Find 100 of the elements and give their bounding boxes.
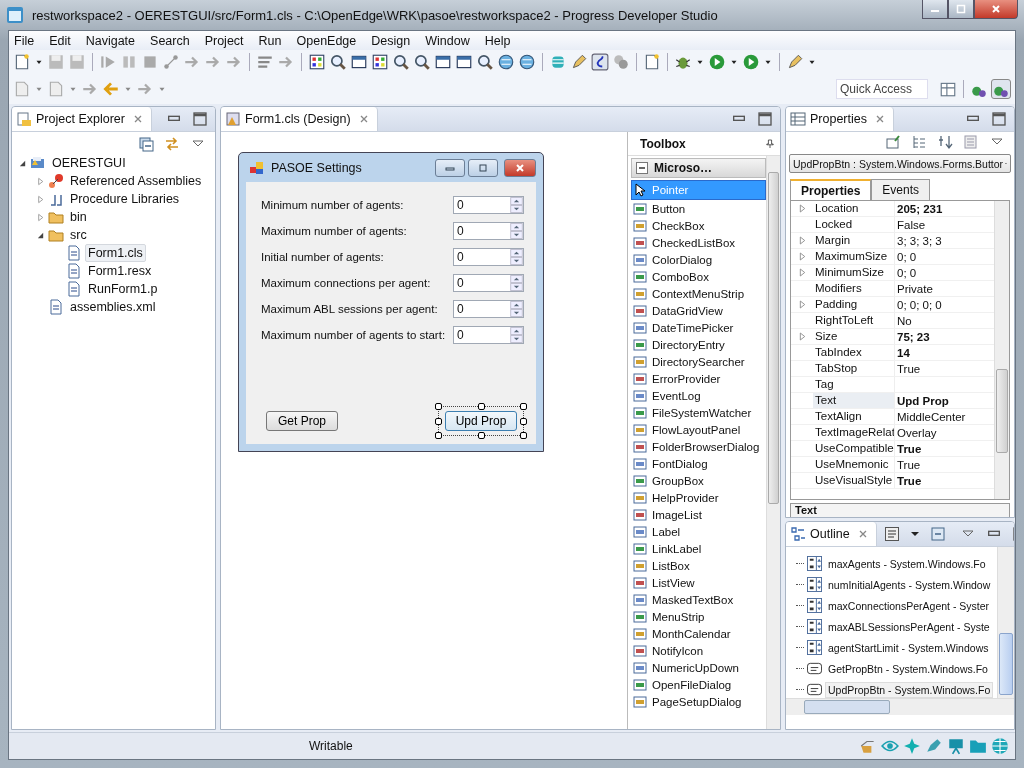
scrollbar-thumb[interactable] (996, 369, 1008, 453)
menu-item[interactable]: Window (425, 33, 470, 48)
folder-icon[interactable] (969, 737, 987, 755)
outline-item[interactable]: maxAgents - System.Windows.Fo (825, 555, 989, 572)
lines-icon[interactable] (256, 53, 274, 71)
tree-item[interactable]: Form1.resx (85, 262, 155, 280)
property-value[interactable]: True (897, 474, 922, 487)
pin-icon[interactable] (766, 137, 774, 150)
outline-item[interactable]: GetPropBtn - System.Windows.Fo (825, 660, 991, 677)
property-value[interactable]: MiddleCenter (897, 410, 966, 423)
toolbox-item[interactable]: CheckedListBox (631, 234, 766, 251)
toolbox-item[interactable]: ImageList (631, 506, 766, 523)
property-name[interactable]: Tag (813, 377, 895, 392)
document-icon[interactable] (643, 53, 661, 71)
pencil-icon[interactable] (570, 53, 588, 71)
property-value[interactable]: True (897, 458, 921, 471)
grid-icon[interactable] (371, 53, 389, 71)
property-name[interactable]: TextAlign (813, 409, 895, 424)
menu-item[interactable]: Help (484, 33, 511, 48)
toolbox-item[interactable]: LinkLabel (631, 540, 766, 557)
resize-handle[interactable] (478, 403, 485, 410)
toolbox-item[interactable]: NumericUpDown (631, 659, 766, 676)
scrollbar[interactable] (994, 201, 1009, 499)
outline-item[interactable]: maxConnectionsPerAgent - Syster (825, 597, 993, 614)
view-tab[interactable]: Outline (786, 522, 877, 546)
scrollbar-thumb[interactable] (768, 172, 779, 504)
property-name[interactable]: Size (813, 329, 895, 344)
property-name[interactable]: Location (813, 201, 895, 216)
close-icon[interactable] (358, 114, 369, 124)
property-value[interactable]: 3; 3; 3; 3 (897, 234, 942, 247)
property-value[interactable]: True (897, 442, 922, 455)
toolbox-item[interactable]: MonthCalendar (631, 625, 766, 642)
sort-icon[interactable] (937, 134, 953, 150)
expand-arrow-icon[interactable] (798, 204, 806, 213)
outline-item[interactable]: agentStartLimit - System.Windows (825, 639, 992, 656)
spin-arrows-icon[interactable] (510, 197, 523, 213)
maximize-icon[interactable] (757, 111, 773, 127)
toolbox-item[interactable]: FileSystemWatcher (631, 404, 766, 421)
toolbox-item[interactable]: ErrorProvider (631, 370, 766, 387)
collapsed-arrow-icon[interactable] (36, 194, 45, 204)
number-spinner[interactable]: 0 (453, 196, 524, 214)
toolbox-item[interactable]: EventLog (631, 387, 766, 404)
expand-arrow-icon[interactable] (798, 300, 806, 309)
property-name[interactable]: UseVisualStyle (813, 473, 895, 488)
close-icon[interactable] (132, 114, 143, 124)
pencil-icon[interactable] (925, 737, 943, 755)
table-icon[interactable] (939, 80, 957, 98)
property-name[interactable]: Locked (813, 217, 895, 232)
property-value[interactable]: 0; 0 (897, 250, 917, 263)
expanded-arrow-icon[interactable] (18, 158, 27, 168)
window-icon[interactable] (455, 53, 473, 71)
form-button[interactable]: Upd Prop (445, 411, 517, 431)
pin-window-icon[interactable] (885, 134, 901, 150)
outline-item[interactable]: maxABLSessionsPerAgent - Syste (825, 618, 993, 635)
menu-item[interactable]: Design (371, 33, 411, 48)
property-value[interactable]: 14 (897, 346, 910, 359)
number-spinner[interactable]: 0 (453, 248, 524, 266)
window-icon[interactable] (434, 53, 452, 71)
toolbox-group[interactable]: Microso… (631, 158, 766, 178)
toolbox-item[interactable]: ColorDialog (631, 251, 766, 268)
close-button[interactable] (974, 0, 1018, 19)
property-name[interactable]: TextImageRelat (813, 425, 895, 440)
toolbox-item[interactable]: Button (631, 200, 766, 217)
number-spinner[interactable]: 0 (453, 274, 524, 292)
property-name[interactable]: MinimumSize (813, 265, 895, 280)
pencil-icon[interactable] (786, 53, 804, 71)
property-value[interactable]: False (897, 218, 926, 231)
expand-arrow-icon[interactable] (798, 332, 806, 341)
expand-arrow-icon[interactable] (798, 252, 806, 261)
window-icon[interactable] (350, 53, 368, 71)
form-button[interactable]: Get Prop (266, 411, 338, 431)
scrollbar[interactable] (766, 156, 780, 729)
menu-item[interactable]: File (14, 33, 35, 48)
menu-item[interactable]: Project (204, 33, 244, 48)
toolbox-item[interactable]: ContextMenuStrip (631, 285, 766, 302)
tree-item[interactable]: Procedure Libraries (67, 190, 183, 208)
sort-icon[interactable] (883, 526, 900, 542)
menu-item[interactable]: Search (150, 33, 190, 48)
expand-arrow-icon[interactable] (798, 236, 806, 245)
link-icon[interactable] (591, 53, 609, 71)
run-icon[interactable] (742, 53, 760, 71)
toolbox-item[interactable]: ComboBox (631, 268, 766, 285)
tree-item[interactable]: Form1.cls (85, 244, 146, 262)
star-icon[interactable] (903, 737, 921, 755)
toolbox-item[interactable]: CheckBox (631, 217, 766, 234)
tree-item[interactable]: assemblies.xml (67, 298, 159, 316)
scrollbar[interactable] (786, 698, 1014, 715)
close-icon[interactable] (857, 529, 868, 539)
view-tab[interactable]: Properties (786, 107, 894, 131)
collapse-all-icon[interactable] (929, 526, 946, 542)
collapse-all-icon[interactable] (138, 136, 154, 152)
number-spinner[interactable]: 0 (453, 222, 524, 240)
link-arrows-icon[interactable] (164, 136, 180, 152)
search-icon[interactable] (413, 53, 431, 71)
minimize-button[interactable] (922, 0, 948, 19)
stop-icon[interactable] (141, 53, 159, 71)
menu-item[interactable]: Edit (49, 33, 71, 48)
menu-item[interactable]: Run (258, 33, 282, 48)
close-icon[interactable] (875, 114, 885, 124)
toolbox-item[interactable]: FlowLayoutPanel (631, 421, 766, 438)
